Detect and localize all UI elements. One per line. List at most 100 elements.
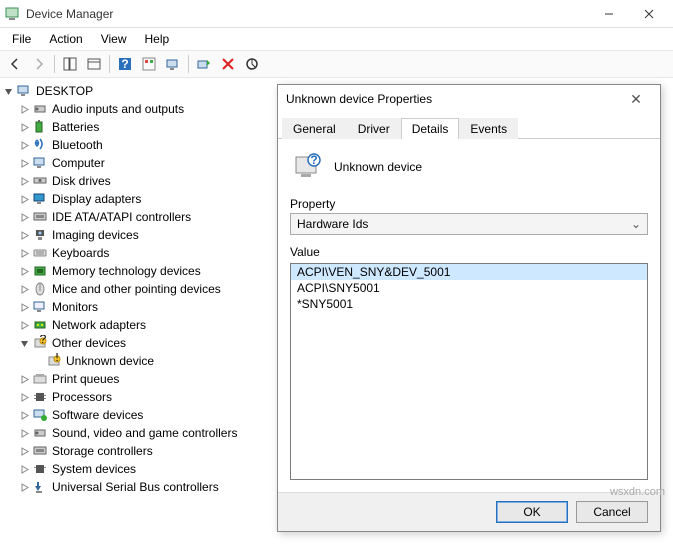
minimize-button[interactable] [589,0,629,28]
uninstall-button[interactable] [217,53,239,75]
category-icon [32,299,48,315]
tree-label: IDE ATA/ATAPI controllers [52,210,191,224]
dialog-body: ? Unknown device Property Hardware Ids ⌄… [278,139,660,492]
tree-label: Memory technology devices [52,264,201,278]
tree-label: Display adapters [52,192,141,206]
tree-label: Sound, video and game controllers [52,426,237,440]
separator [188,55,189,73]
dialog-close-button[interactable]: ✕ [620,85,652,113]
tree-label: Storage controllers [52,444,153,458]
tree-label: Audio inputs and outputs [52,102,184,116]
tab-general[interactable]: General [282,118,347,139]
window-title: Device Manager [26,7,589,21]
value-listbox[interactable]: ACPI\VEN_SNY&DEV_5001 ACPI\SNY5001 *SNY5… [290,263,648,480]
menubar: File Action View Help [0,28,673,50]
chevron-right-icon[interactable] [18,391,30,403]
category-icon [32,425,48,441]
category-icon [32,281,48,297]
category-icon: ? [32,335,48,351]
list-item[interactable]: *SNY5001 [291,296,647,312]
tree-label: Disk drives [52,174,111,188]
category-icon [32,461,48,477]
chevron-right-icon[interactable] [18,247,30,259]
tree-label: Bluetooth [52,138,103,152]
chevron-down-icon[interactable] [18,337,30,349]
property-value: Hardware Ids [297,217,368,231]
ok-button[interactable]: OK [496,501,568,523]
chevron-right-icon[interactable] [18,373,30,385]
titlebar: Device Manager [0,0,673,28]
chevron-right-icon[interactable] [18,211,30,223]
tree-label: Software devices [52,408,143,422]
action-button[interactable] [138,53,160,75]
back-button[interactable] [4,53,26,75]
chevron-right-icon[interactable] [18,319,30,331]
list-item[interactable]: ACPI\SNY5001 [291,280,647,296]
tree-label: Other devices [52,336,126,350]
tree-label: Processors [52,390,112,404]
tree-label: Computer [52,156,105,170]
chevron-right-icon[interactable] [18,463,30,475]
chevron-right-icon[interactable] [18,157,30,169]
category-icon [32,371,48,387]
dialog-titlebar[interactable]: Unknown device Properties ✕ [278,85,660,113]
properties-button[interactable] [83,53,105,75]
tab-driver[interactable]: Driver [347,118,401,139]
chevron-right-icon[interactable] [18,445,30,457]
menu-view[interactable]: View [93,30,135,48]
chevron-right-icon[interactable] [18,409,30,421]
device-name: Unknown device [334,160,422,174]
tree-label: Universal Serial Bus controllers [52,480,219,494]
tab-details[interactable]: Details [401,118,460,139]
chevron-right-icon[interactable] [18,427,30,439]
chevron-down-icon: ⌄ [631,217,641,231]
chevron-right-icon[interactable] [18,193,30,205]
menu-file[interactable]: File [4,30,39,48]
category-icon [32,443,48,459]
category-icon [32,407,48,423]
chevron-right-icon[interactable] [18,481,30,493]
chevron-right-icon[interactable] [18,265,30,277]
chevron-right-icon[interactable] [18,229,30,241]
category-icon [32,209,48,225]
category-icon [32,101,48,117]
chevron-right-icon[interactable] [18,301,30,313]
category-icon [32,263,48,279]
show-hide-tree-button[interactable] [59,53,81,75]
tree-label: System devices [52,462,136,476]
disable-button[interactable] [241,53,263,75]
device-icon: ? [290,151,322,183]
category-icon [32,155,48,171]
chevron-right-icon[interactable] [18,139,30,151]
chevron-down-icon[interactable] [2,85,14,97]
chevron-right-icon[interactable] [18,121,30,133]
category-icon [32,245,48,261]
cancel-button[interactable]: Cancel [576,501,648,523]
dialog-tabs: General Driver Details Events [278,117,660,139]
tree-label: Network adapters [52,318,146,332]
chevron-right-icon[interactable] [18,103,30,115]
app-icon [4,6,20,22]
dialog-buttons: OK Cancel [278,492,660,531]
tab-events[interactable]: Events [459,118,518,139]
category-icon [32,119,48,135]
help-button[interactable]: ? [114,53,136,75]
close-button[interactable] [629,0,669,28]
chevron-right-icon[interactable] [18,283,30,295]
scan-hardware-button[interactable] [162,53,184,75]
list-item[interactable]: ACPI\VEN_SNY&DEV_5001 [291,264,647,280]
tree-label: Mice and other pointing devices [52,282,221,296]
computer-icon [16,83,32,99]
property-label: Property [290,197,648,211]
property-combobox[interactable]: Hardware Ids ⌄ [290,213,648,235]
tree-label: Monitors [52,300,98,314]
category-icon [32,227,48,243]
menu-action[interactable]: Action [41,30,90,48]
svg-text:?: ? [310,153,317,167]
menu-help[interactable]: Help [137,30,178,48]
chevron-right-icon[interactable] [18,175,30,187]
forward-button[interactable] [28,53,50,75]
tree-label: DESKTOP [36,84,93,98]
svg-text:!: ! [55,353,58,364]
update-driver-button[interactable] [193,53,215,75]
